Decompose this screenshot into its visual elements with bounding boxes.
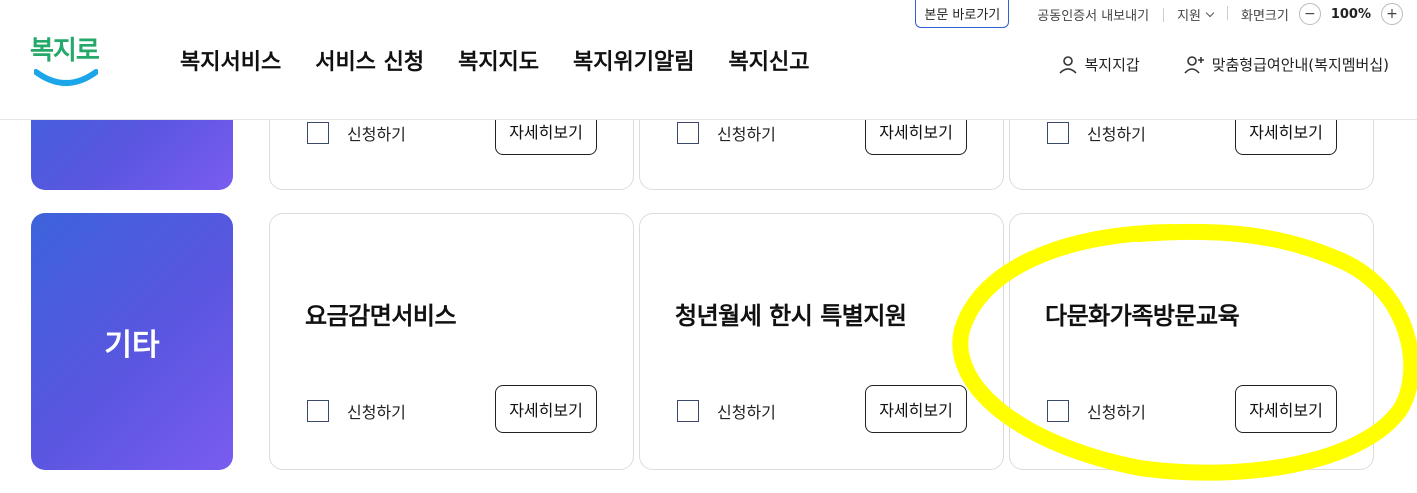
card-title: 요금감면서비스 — [305, 302, 457, 330]
apply-checkbox[interactable] — [677, 122, 699, 144]
apply-checkbox-group[interactable]: 신청하기 — [1047, 399, 1146, 423]
support-menu[interactable]: 지원 — [1163, 5, 1227, 24]
detail-button[interactable]: 자세히보기 — [865, 385, 967, 433]
nav-item-service-apply[interactable]: 서비스 신청 — [315, 44, 424, 76]
logo-smile-icon — [34, 69, 98, 86]
apply-checkbox-group[interactable]: 신청하기 — [307, 121, 406, 145]
apply-label: 신청하기 — [347, 403, 406, 422]
site-logo[interactable]: 복지로 — [30, 30, 100, 90]
main-nav: 복지서비스 서비스 신청 복지지도 복지위기알림 복지신고 — [180, 44, 809, 76]
support-label: 지원 — [1177, 8, 1201, 24]
screen-size-control: 화면크기 − 100% + — [1226, 3, 1417, 25]
apply-label: 신청하기 — [717, 125, 776, 144]
zoom-value: 100% — [1330, 6, 1371, 22]
apply-checkbox-group[interactable]: 신청하기 — [677, 399, 776, 423]
apply-label: 신청하기 — [347, 125, 406, 144]
apply-checkbox-group[interactable]: 신청하기 — [677, 121, 776, 145]
apply-checkbox-group[interactable]: 신청하기 — [1047, 121, 1146, 145]
nav-item-welfare-report[interactable]: 복지신고 — [729, 44, 810, 76]
zoom-out-button[interactable]: − — [1298, 3, 1321, 25]
membership-link[interactable]: 맞춤형급여안내(복지멤버십) — [1184, 54, 1389, 75]
apply-checkbox[interactable] — [307, 122, 329, 144]
card-title: 청년월세 한시 특별지원 — [675, 302, 907, 330]
screen-size-label: 화면크기 — [1240, 8, 1289, 24]
cert-export-link[interactable]: 공동인증서 내보내기 — [1023, 5, 1163, 24]
detail-button[interactable]: 자세히보기 — [495, 385, 597, 433]
service-card-youth-rent: 청년월세 한시 특별지원 신청하기 자세히보기 — [639, 213, 1004, 470]
card-title: 다문화가족방문교육 — [1045, 302, 1240, 330]
nav-item-welfare-service[interactable]: 복지서비스 — [180, 44, 281, 76]
apply-label: 신청하기 — [1087, 403, 1146, 422]
detail-button[interactable]: 자세히보기 — [1235, 385, 1337, 433]
apply-checkbox[interactable] — [1047, 400, 1069, 422]
utility-bar: 본문 바로가기 공동인증서 내보내기 지원 화면크기 − 100% + — [915, 0, 1417, 28]
nav-item-welfare-map[interactable]: 복지지도 — [458, 44, 539, 76]
apply-label: 신청하기 — [1087, 125, 1146, 144]
nav-item-crisis-alert[interactable]: 복지위기알림 — [573, 44, 694, 76]
apply-checkbox[interactable] — [307, 400, 329, 422]
wallet-link[interactable]: 복지지갑 — [1058, 54, 1140, 75]
apply-checkbox[interactable] — [677, 400, 699, 422]
person-add-icon — [1184, 55, 1204, 74]
user-links: 복지지갑 맞춤형급여안내(복지멤버십) — [1058, 54, 1389, 75]
service-card-fee-reduction: 요금감면서비스 신청하기 자세히보기 — [269, 213, 634, 470]
person-icon — [1059, 55, 1078, 74]
membership-label: 맞춤형급여안내(복지멤버십) — [1211, 56, 1389, 74]
skip-to-content-link[interactable]: 본문 바로가기 — [915, 0, 1010, 28]
apply-label: 신청하기 — [717, 403, 776, 422]
logo-text: 복지로 — [30, 36, 100, 66]
category-tile-etc: 기타 — [31, 213, 233, 470]
chevron-down-icon — [1205, 8, 1215, 17]
zoom-in-button[interactable]: + — [1381, 3, 1403, 25]
apply-checkbox[interactable] — [1047, 122, 1069, 144]
apply-checkbox-group[interactable]: 신청하기 — [307, 399, 406, 423]
service-card-multicultural-education: 다문화가족방문교육 신청하기 자세히보기 — [1009, 213, 1374, 470]
site-header: 본문 바로가기 공동인증서 내보내기 지원 화면크기 − 100% + 복지로 … — [0, 0, 1417, 120]
wallet-label: 복지지갑 — [1084, 56, 1140, 74]
